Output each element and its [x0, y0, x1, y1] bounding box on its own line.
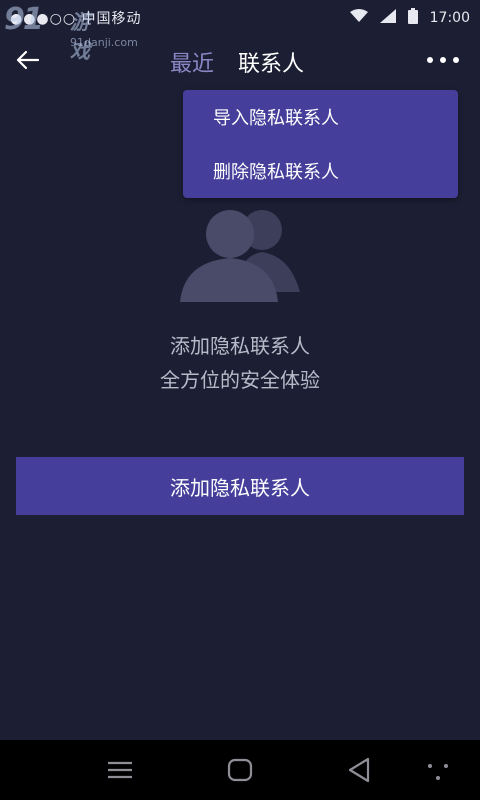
status-icons: 17:00	[349, 8, 470, 28]
back-arrow-icon[interactable]	[14, 48, 42, 72]
tab-contacts[interactable]: 联系人	[238, 46, 304, 78]
battery-icon	[407, 8, 418, 28]
overflow-icon[interactable]	[426, 756, 450, 788]
home-icon[interactable]	[226, 756, 254, 788]
menu-item-delete[interactable]: 删除隐私联系人	[213, 158, 339, 184]
status-bar: ●●●○○ 中国移动 91 游戏 91danji.com 17:00	[0, 0, 480, 63]
clock: 17:00	[429, 10, 470, 26]
contacts-people-icon	[178, 204, 302, 304]
back-triangle-icon[interactable]	[346, 756, 374, 788]
dropdown-menu: 导入隐私联系人 删除隐私联系人	[183, 90, 458, 198]
empty-state-subtitle: 全方位的安全体验	[160, 368, 320, 392]
wifi-icon	[349, 9, 368, 27]
navigation-bar	[0, 740, 480, 800]
more-icon[interactable]	[424, 50, 464, 70]
signal-icon	[379, 9, 396, 27]
add-private-contact-button[interactable]: 添加隐私联系人	[16, 457, 464, 515]
watermark-logo: 91	[4, 2, 44, 37]
header: 最近 联系人	[0, 40, 480, 84]
watermark: 91 游戏 91danji.com	[4, 2, 138, 63]
empty-state-title: 添加隐私联系人	[170, 334, 310, 358]
tab-recent[interactable]: 最近	[170, 46, 214, 78]
menu-icon[interactable]	[106, 756, 134, 788]
menu-item-import[interactable]: 导入隐私联系人	[213, 104, 339, 130]
